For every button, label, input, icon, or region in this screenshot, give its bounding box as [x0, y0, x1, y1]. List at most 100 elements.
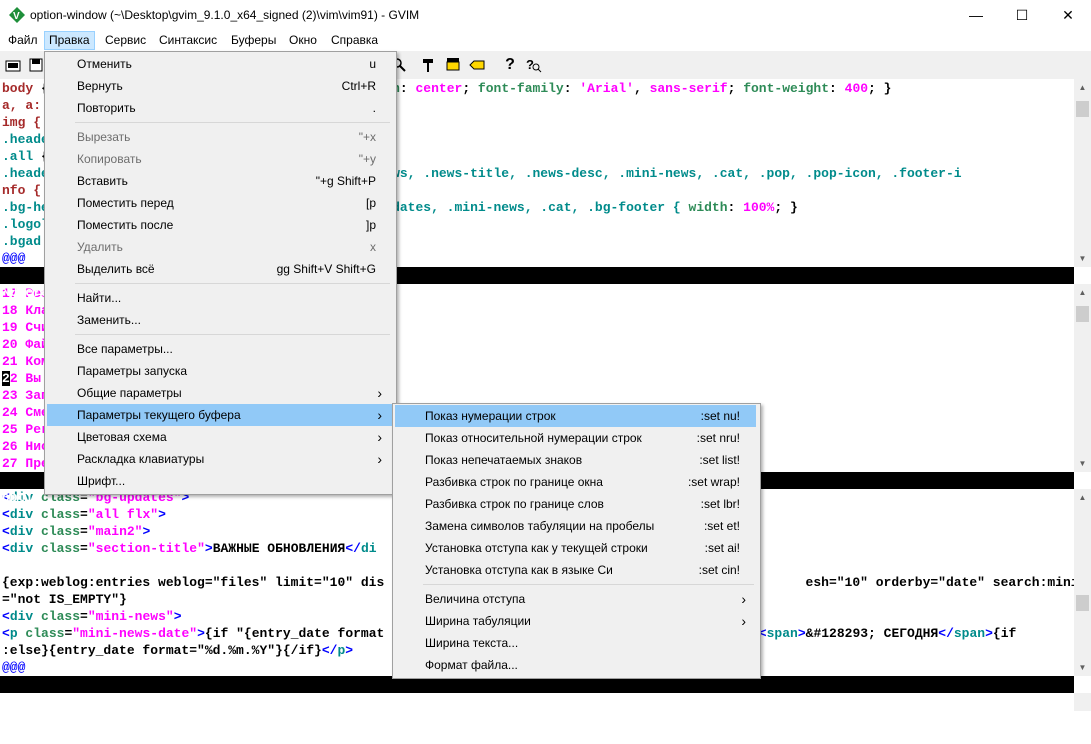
- edit-menu-item[interactable]: Отменить u: [47, 53, 392, 75]
- menu-window[interactable]: Окно: [285, 31, 321, 50]
- editor-line: 20 Фай: [2, 336, 49, 353]
- code-token: class: [41, 507, 81, 522]
- edit-menu-item[interactable]: Все параметры...: [47, 338, 392, 360]
- help-icon[interactable]: ?: [500, 55, 520, 75]
- buffer-menu-item[interactable]: Установка отступа как в языке Си:set cin…: [395, 559, 756, 581]
- scroll-thumb[interactable]: [1076, 306, 1089, 322]
- editor-line: .all {: [2, 148, 49, 165]
- menu-edit[interactable]: Правка: [44, 31, 95, 50]
- edit-menu-item[interactable]: Раскладка клавиатуры ›: [47, 448, 392, 470]
- menu-item-shortcut: "+g Shift+P: [315, 174, 376, 188]
- scrollbar-bottom[interactable]: ▲ ▼: [1074, 489, 1091, 676]
- edit-menu-item[interactable]: Цветовая схема ›: [47, 426, 392, 448]
- code-token: sans-serif: [649, 81, 728, 96]
- scrollbar-top[interactable]: ▲ ▼: [1074, 79, 1091, 267]
- buffer-menu-item[interactable]: Замена символов табуляции на пробелы:set…: [395, 515, 756, 537]
- close-button[interactable]: ✕: [1045, 0, 1091, 30]
- menu-separator: [75, 334, 390, 335]
- buffer-menu-item[interactable]: Показ нумерации строк:set nu!: [395, 405, 756, 427]
- code-token: .all: [2, 149, 42, 164]
- code-token: :: [727, 200, 744, 215]
- code-token: {exp:weblog:entries weblog="files" limit…: [2, 575, 385, 590]
- code-token: ft-icon, .news, .news-title, .news-desc,…: [298, 166, 962, 181]
- menu-item-label: Замена символов табуляции на пробелы: [425, 519, 655, 533]
- tag-icon[interactable]: [467, 55, 487, 75]
- menu-file[interactable]: Файл: [4, 31, 42, 50]
- code-token: =: [80, 524, 88, 539]
- buffer-menu-item[interactable]: Показ относительной нумерации строк:set …: [395, 427, 756, 449]
- menu-syntax[interactable]: Синтаксис: [155, 31, 221, 50]
- buffer-menu-item[interactable]: Ширина табуляции ›: [395, 610, 756, 632]
- edit-menu-item[interactable]: Найти...: [47, 287, 392, 309]
- buffer-menu-item[interactable]: Разбивка строк по границе слов:set lbr!: [395, 493, 756, 515]
- edit-menu-item[interactable]: Общие параметры ›: [47, 382, 392, 404]
- menu-item-shortcut: ]p: [365, 218, 376, 232]
- buffer-menu-item[interactable]: Разбивка строк по границе окна:set wrap!: [395, 471, 756, 493]
- edit-menu-item[interactable]: Поместить перед [p: [47, 192, 392, 214]
- code-token: "mini-news-date": [72, 626, 198, 641]
- scrollbar-middle[interactable]: ▲ ▼: [1074, 284, 1091, 472]
- code-token: esh="10" orderby="date" search:mininews: [805, 575, 1091, 590]
- scroll-up-icon[interactable]: ▲: [1074, 79, 1091, 96]
- code-token: >: [797, 626, 806, 641]
- editor-line: img {: [2, 114, 49, 131]
- editor-line: <div class="all flx">: [2, 506, 166, 523]
- edit-menu-item[interactable]: Выделить всё gg Shift+V Shift+G: [47, 258, 392, 280]
- minimize-button[interactable]: —: [953, 0, 999, 30]
- code-token: ;: [462, 81, 478, 96]
- edit-menu-item[interactable]: Поместить после]p: [47, 214, 392, 236]
- make-icon[interactable]: [418, 55, 438, 75]
- buffer-menu-item[interactable]: Ширина текста...: [395, 632, 756, 654]
- menu-item-label: Найти...: [77, 291, 122, 305]
- code-token: 2: [2, 371, 10, 386]
- code-token: span: [766, 626, 798, 641]
- scroll-up-icon[interactable]: ▲: [1074, 284, 1091, 301]
- status-filename: \Users: [2, 285, 49, 300]
- scroll-thumb[interactable]: [1076, 595, 1089, 611]
- buffer-menu-item[interactable]: Формат файла...: [395, 654, 756, 676]
- status-filename: \Users\erick\Desktop\txt\OLD INDEX.txt […: [2, 694, 330, 709]
- save-icon[interactable]: [26, 55, 46, 75]
- scroll-down-icon[interactable]: ▼: [1074, 250, 1091, 267]
- open-icon[interactable]: [3, 55, 23, 75]
- maximize-button[interactable]: ☐: [999, 0, 1045, 30]
- edit-menu-item[interactable]: Параметры текущего буфера ›: [47, 404, 392, 426]
- scroll-up-icon[interactable]: ▲: [1074, 489, 1091, 506]
- buffer-menu-item[interactable]: Установка отступа как у текущей строки:s…: [395, 537, 756, 559]
- gvim-app-icon[interactable]: V: [9, 7, 25, 23]
- shell-icon[interactable]: [443, 55, 463, 75]
- menu-tools[interactable]: Сервис: [101, 31, 150, 50]
- submenu-arrow-icon: ›: [377, 429, 382, 445]
- code-token: "main2": [87, 524, 143, 539]
- edit-menu-item[interactable]: Вставить "+g Shift+P: [47, 170, 392, 192]
- buffer-menu-item[interactable]: Величина отступа ›: [395, 588, 756, 610]
- menu-separator: [423, 584, 754, 585]
- scroll-thumb[interactable]: [1076, 101, 1089, 117]
- status-percent: 58 %: [1040, 728, 1072, 743]
- menu-help[interactable]: Справка: [327, 31, 382, 50]
- edit-menu-item[interactable]: Параметры запуска: [47, 360, 392, 382]
- scroll-down-icon[interactable]: ▼: [1074, 455, 1091, 472]
- menu-item-shortcut: :set nru!: [696, 431, 740, 445]
- menu-item-shortcut: :set nu!: [700, 409, 740, 423]
- menu-item-label: Вырезать: [77, 130, 131, 144]
- menu-buffers[interactable]: Буферы: [227, 31, 280, 50]
- edit-menu-item[interactable]: Вернуть Ctrl+R: [47, 75, 392, 97]
- code-token: :else}{entry_date format="%d.%m.%Y"}{/if…: [2, 643, 322, 658]
- code-token: 26 Нис: [2, 439, 49, 454]
- code-token: class: [41, 541, 81, 556]
- code-token: div: [9, 541, 42, 556]
- find-help-icon[interactable]: ?: [524, 55, 544, 75]
- scroll-down-icon[interactable]: ▼: [1074, 659, 1091, 676]
- submenu-arrow-icon: ›: [377, 385, 382, 401]
- edit-menu-item[interactable]: Шрифт...: [47, 470, 392, 492]
- svg-text:?: ?: [526, 57, 534, 72]
- buffer-menu-item[interactable]: Показ непечатаемых знаков:set list!: [395, 449, 756, 471]
- edit-menu-item[interactable]: Заменить...: [47, 309, 392, 331]
- code-token: =: [80, 541, 88, 556]
- code-token: 400: [844, 81, 869, 96]
- edit-menu-item[interactable]: Повторить.: [47, 97, 392, 119]
- code-token: &#128293; СЕГОДНЯ: [805, 626, 939, 641]
- edit-menu-item: Удалить x: [47, 236, 392, 258]
- menu-item-label: Копировать: [77, 152, 142, 166]
